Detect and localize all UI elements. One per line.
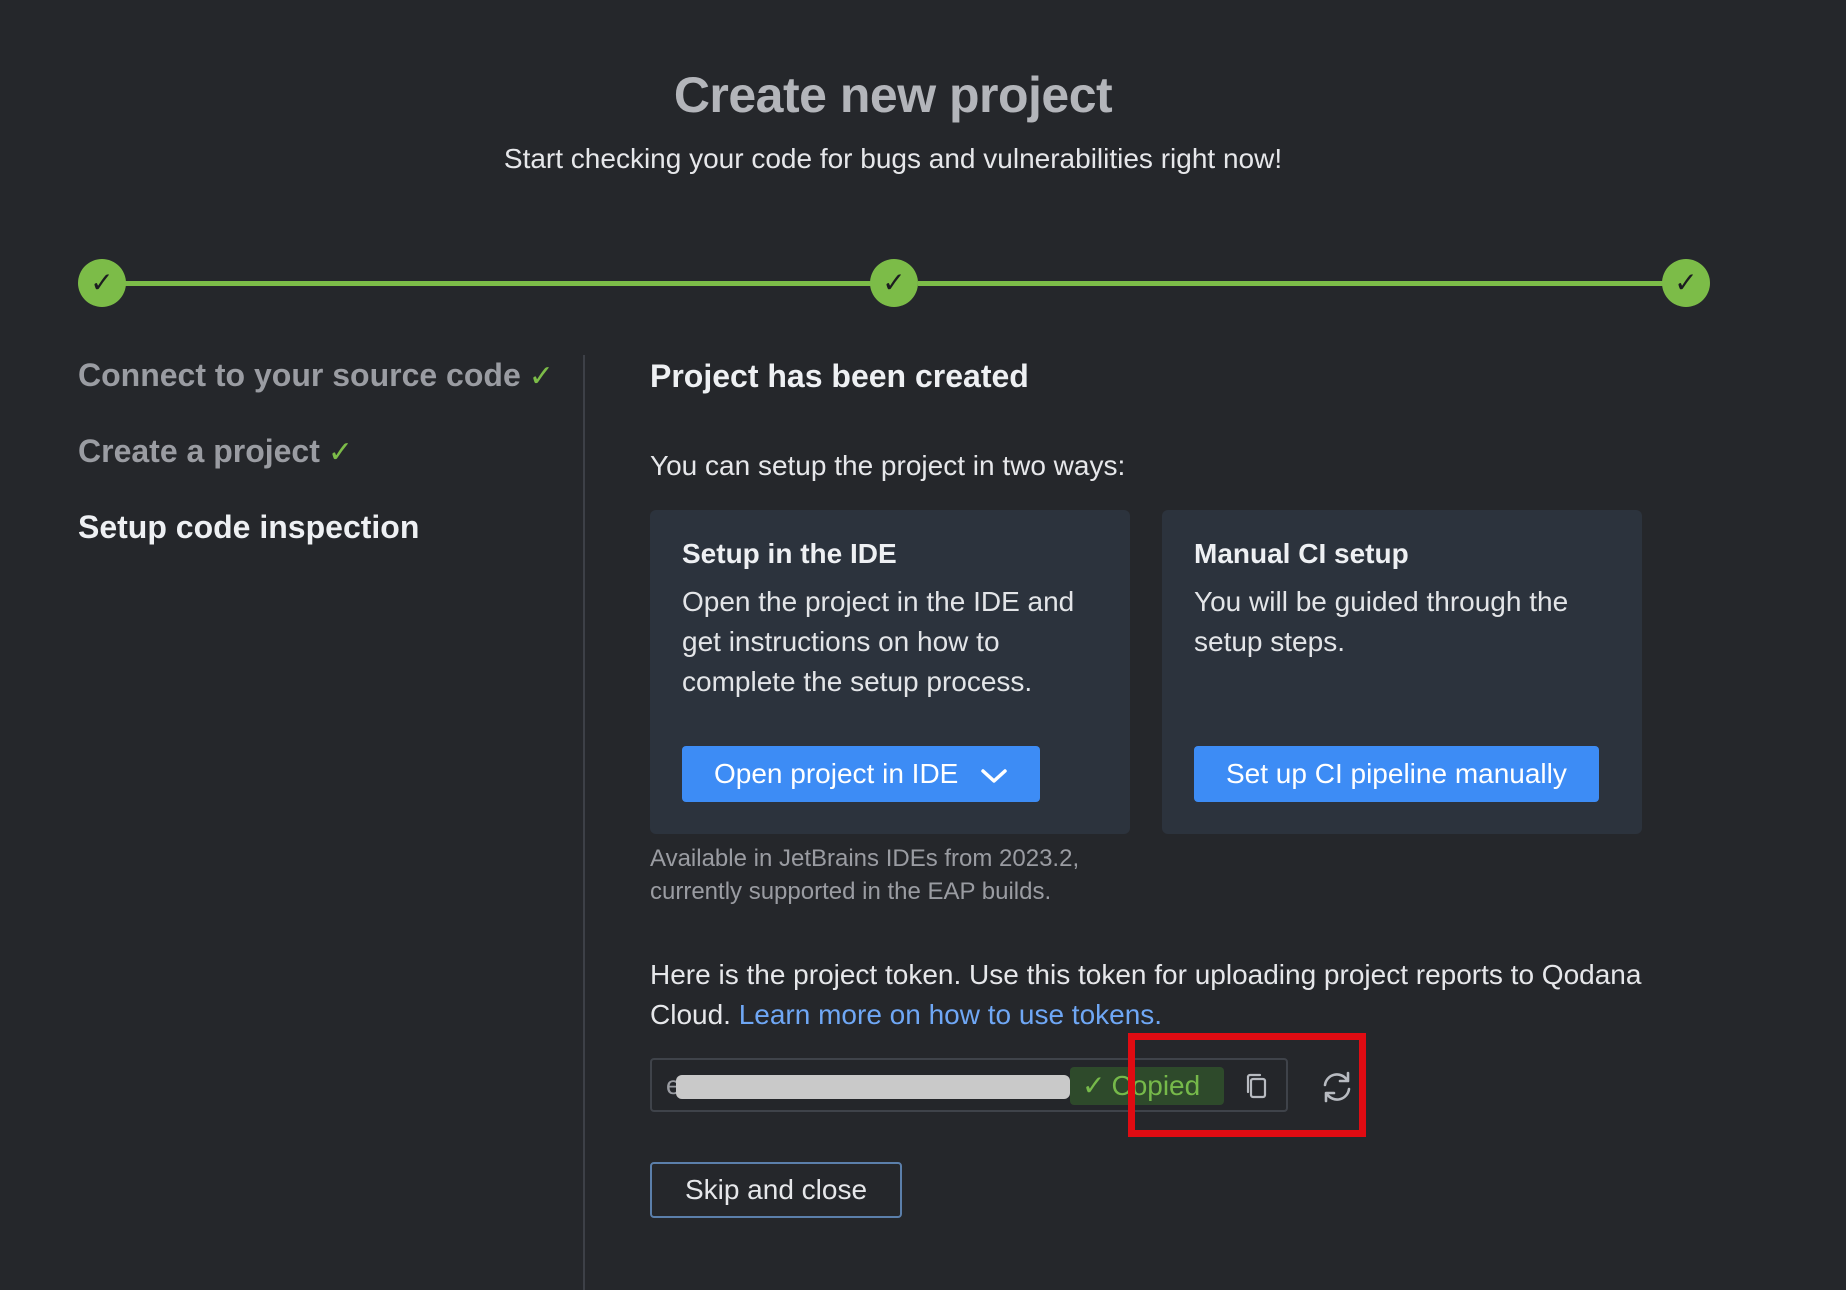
step-3-check-icon: ✓ xyxy=(1662,259,1710,307)
vertical-divider xyxy=(583,355,585,1290)
check-icon: ✓ xyxy=(528,359,554,394)
card-text: You will be guided through the setup ste… xyxy=(1194,586,1569,657)
card-title: Setup in the IDE xyxy=(682,538,897,569)
intro-text: You can setup the project in two ways: xyxy=(650,450,1126,481)
stepper-line-2 xyxy=(918,281,1688,286)
skip-and-close-button[interactable]: Skip and close xyxy=(650,1162,902,1218)
token-description: Here is the project token. Use this toke… xyxy=(650,955,1720,1035)
nav-item-label: Create a project xyxy=(78,433,320,469)
annotation-highlight-box xyxy=(1128,1033,1366,1137)
card-text: Open the project in the IDE and get inst… xyxy=(682,586,1075,697)
step-2-check-icon: ✓ xyxy=(870,259,918,307)
nav-item-create-project[interactable]: Create a project ✓ xyxy=(78,433,353,470)
nav-item-label: Connect to your source code xyxy=(78,357,521,393)
nav-item-setup-inspection[interactable]: Setup code inspection xyxy=(78,509,419,546)
ide-availability-note: Available in JetBrains IDEs from 2023.2,… xyxy=(650,842,1079,908)
section-heading: Project has been created xyxy=(650,358,1029,394)
create-project-page: Create new project Start checking your c… xyxy=(0,0,1846,1290)
ci-setup-card: Manual CI setup You will be guided throu… xyxy=(1162,510,1642,834)
check-icon: ✓ xyxy=(327,435,354,470)
card-title: Manual CI setup xyxy=(1194,538,1409,569)
chevron-down-icon xyxy=(980,748,1008,804)
learn-more-tokens-link[interactable]: Learn more on how to use tokens. xyxy=(739,999,1162,1030)
button-label: Set up CI pipeline manually xyxy=(1226,758,1567,789)
set-up-ci-pipeline-button[interactable]: Set up CI pipeline manually xyxy=(1194,746,1599,802)
nav-item-label: Setup code inspection xyxy=(78,509,420,545)
note-line: Available in JetBrains IDEs from 2023.2, xyxy=(650,845,1080,872)
token-redaction-mask xyxy=(676,1075,1070,1099)
open-project-in-ide-button[interactable]: Open project in IDE xyxy=(682,746,1041,804)
page-subtitle: Start checking your code for bugs and vu… xyxy=(503,143,1283,174)
note-line: currently supported in the EAP builds. xyxy=(650,878,1052,905)
stepper-line-1 xyxy=(102,281,892,286)
check-icon: ✓ xyxy=(1082,1069,1106,1102)
ide-setup-card: Setup in the IDE Open the project in the… xyxy=(650,510,1130,834)
page-title: Create new project xyxy=(673,67,1113,123)
step-1-check-icon: ✓ xyxy=(78,259,126,307)
button-label: Open project in IDE xyxy=(714,758,959,789)
nav-item-connect-source[interactable]: Connect to your source code ✓ xyxy=(78,357,554,394)
